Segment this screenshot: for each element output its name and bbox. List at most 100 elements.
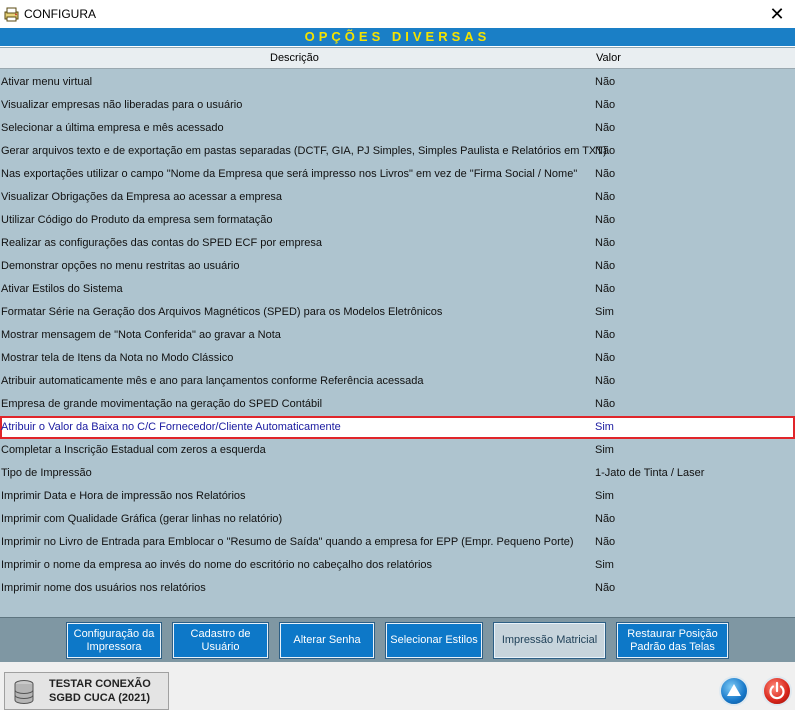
row-description: Nas exportações utilizar o campo "Nome d… (1, 168, 578, 180)
database-label: SGBD CUCA (2021) (49, 692, 151, 704)
row-value[interactable]: Não (595, 513, 615, 525)
row-value[interactable]: Não (595, 214, 615, 226)
row-description: Imprimir Data e Hora de impressão nos Re… (1, 490, 246, 502)
connection-label: TESTAR CONEXÃO (49, 678, 151, 690)
bottom-toolbar: Configuração da Impressora Cadastro de U… (0, 617, 795, 662)
table-row[interactable]: Formatar Série na Geração dos Arquivos M… (0, 301, 795, 324)
table-row[interactable]: Gerar arquivos texto e de exportação em … (0, 140, 795, 163)
exit-button[interactable] (762, 676, 792, 706)
window-title: CONFIGURA (24, 7, 96, 21)
row-value[interactable]: Não (595, 329, 615, 341)
row-description: Ativar Estilos do Sistema (1, 283, 123, 295)
row-description: Selecionar a última empresa e mês acessa… (1, 122, 224, 134)
row-value[interactable]: Não (595, 191, 615, 203)
options-grid: Descrição Valor Ativar menu virtual Não Vi… (0, 47, 795, 617)
row-description: Visualizar empresas não liberadas para o… (1, 99, 243, 111)
up-arrow-icon (727, 684, 741, 696)
table-row[interactable]: Demonstrar opções no menu restritas ao u… (0, 255, 795, 278)
table-row[interactable]: Imprimir Data e Hora de impressão nos Re… (0, 485, 795, 508)
row-description: Ativar menu virtual (1, 76, 93, 88)
row-description: Imprimir o nome da empresa ao invés do n… (1, 559, 433, 571)
row-description: Empresa de grande movimentação na geraçã… (1, 398, 323, 410)
restore-windows-button[interactable]: Restaurar Posição Padrão das Telas (617, 623, 728, 658)
table-row[interactable]: Imprimir nome dos usuários nos relatório… (0, 577, 795, 600)
table-row[interactable]: Tipo de Impressão 1-Jato de Tinta / Laser (0, 462, 795, 485)
table-row[interactable]: Visualizar Obrigações da Empresa ao aces… (0, 186, 795, 209)
row-value[interactable]: Não (595, 375, 615, 387)
row-description: Completar a Inscrição Estadual com zeros… (1, 444, 266, 456)
row-description: Gerar arquivos texto e de exportação em … (1, 145, 607, 157)
table-row[interactable]: Visualizar empresas não liberadas para o… (0, 94, 795, 117)
table-row[interactable]: Imprimir no Livro de Entrada para Embloc… (0, 531, 795, 554)
select-styles-label: Selecionar Estilos (390, 634, 478, 646)
row-description: Atribuir automaticamente mês e ano para … (1, 375, 424, 387)
table-row[interactable]: Utilizar Código do Produto da empresa se… (0, 209, 795, 232)
row-value[interactable]: Sim (595, 444, 614, 456)
row-value[interactable]: Sim (595, 306, 614, 318)
user-register-label: Cadastro de Usuário (190, 627, 251, 653)
select-styles-button[interactable]: Selecionar Estilos (386, 623, 482, 658)
row-value[interactable]: Sim (595, 559, 614, 571)
gear-printer-icon (4, 7, 19, 22)
table-row[interactable]: Atribuir o Valor da Baixa no C/C Fornece… (0, 416, 795, 439)
table-row[interactable]: Empresa de grande movimentação na geraçã… (0, 393, 795, 416)
table-row[interactable]: Ativar menu virtual Não (0, 71, 795, 94)
power-icon (769, 681, 785, 700)
row-description: Mostrar mensagem de "Nota Conferida" ao … (1, 329, 281, 341)
matrix-print-label: Impressão Matricial (501, 634, 598, 646)
table-row[interactable]: Mostrar mensagem de "Nota Conferida" ao … (0, 324, 795, 347)
close-button[interactable]: ✕ (759, 0, 795, 28)
restore-windows-label: Restaurar Posição Padrão das Telas (627, 627, 718, 653)
column-header-value[interactable]: Valor (596, 52, 621, 64)
table-row[interactable]: Completar a Inscrição Estadual com zeros… (0, 439, 795, 462)
row-value[interactable]: Não (595, 122, 615, 134)
row-value[interactable]: Sim (595, 421, 614, 433)
table-row[interactable]: Atribuir automaticamente mês e ano para … (0, 370, 795, 393)
table-row[interactable]: Selecionar a última empresa e mês acessa… (0, 117, 795, 140)
row-description: Atribuir o Valor da Baixa no C/C Fornece… (1, 421, 341, 433)
table-row[interactable]: Imprimir com Qualidade Gráfica (gerar li… (0, 508, 795, 531)
change-password-button[interactable]: Alterar Senha (280, 623, 374, 658)
table-row[interactable]: Mostrar tela de Itens da Nota no Modo Cl… (0, 347, 795, 370)
row-value[interactable]: Não (595, 283, 615, 295)
row-description: Utilizar Código do Produto da empresa se… (1, 214, 273, 226)
table-row[interactable]: Nas exportações utilizar o campo "Nome d… (0, 163, 795, 186)
row-value[interactable]: Não (595, 582, 615, 594)
row-value[interactable]: Não (595, 145, 615, 157)
table-row[interactable]: Realizar as configurações das contas do … (0, 232, 795, 255)
column-header-description[interactable]: Descrição (270, 52, 319, 64)
row-value[interactable]: Não (595, 352, 615, 364)
row-value[interactable]: Não (595, 168, 615, 180)
test-connection-button[interactable]: TESTAR CONEXÃO SGBD CUCA (2021) (4, 672, 169, 710)
table-row[interactable]: Ativar Estilos do Sistema Não (0, 278, 795, 301)
row-description: Mostrar tela de Itens da Nota no Modo Cl… (1, 352, 234, 364)
database-icon (14, 680, 34, 705)
row-value[interactable]: Não (595, 260, 615, 272)
row-description: Imprimir com Qualidade Gráfica (gerar li… (1, 513, 283, 525)
row-description: Imprimir nome dos usuários nos relatório… (1, 582, 206, 594)
row-description: Realizar as configurações das contas do … (1, 237, 322, 249)
scroll-up-button[interactable] (719, 676, 749, 706)
change-password-label: Alterar Senha (293, 634, 361, 646)
status-bar: TESTAR CONEXÃO SGBD CUCA (2021) (0, 662, 795, 710)
row-value[interactable]: Não (595, 76, 615, 88)
table-row[interactable]: Imprimir o nome da empresa ao invés do n… (0, 554, 795, 577)
printer-config-label: Configuração da Impressora (73, 627, 155, 653)
row-description: Imprimir no Livro de Entrada para Embloc… (1, 536, 574, 548)
row-description: Visualizar Obrigações da Empresa ao aces… (1, 191, 283, 203)
row-description: Formatar Série na Geração dos Arquivos M… (1, 306, 443, 318)
row-description: Tipo de Impressão (1, 467, 92, 479)
row-value[interactable]: Não (595, 398, 615, 410)
row-value[interactable]: Não (595, 237, 615, 249)
printer-config-button[interactable]: Configuração da Impressora (67, 623, 161, 658)
section-banner: OPÇÕES DIVERSAS (0, 28, 795, 46)
row-description: Demonstrar opções no menu restritas ao u… (1, 260, 240, 272)
matrix-print-button[interactable]: Impressão Matricial (494, 623, 605, 658)
row-value[interactable]: Não (595, 536, 615, 548)
grid-rows: Ativar menu virtual Não Visualizar empresa… (0, 71, 795, 600)
row-value[interactable]: Não (595, 99, 615, 111)
user-register-button[interactable]: Cadastro de Usuário (173, 623, 268, 658)
title-bar: CONFIGURA ✕ (0, 0, 795, 28)
row-value[interactable]: Sim (595, 490, 614, 502)
row-value[interactable]: 1-Jato de Tinta / Laser (595, 467, 704, 479)
